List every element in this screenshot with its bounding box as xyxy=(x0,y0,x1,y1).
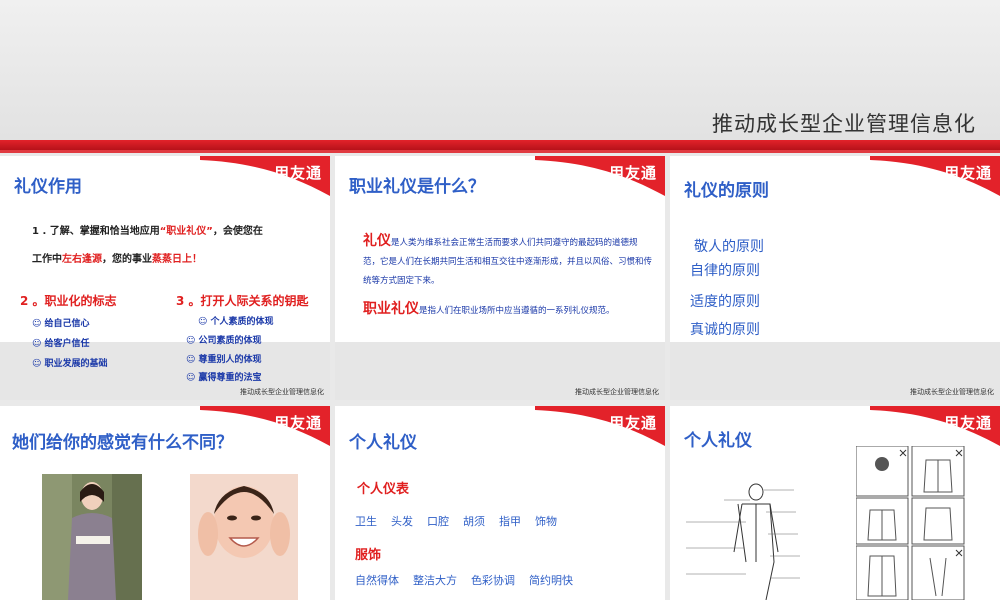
yonyou-logo: 用友通 xyxy=(943,164,992,182)
list-item: ☺ 尊重别人的体现 xyxy=(186,355,262,365)
slide-title: 礼仪作用 xyxy=(14,177,82,197)
slide-thumbnail-4[interactable]: 用友通 她们给你的感觉有什么不同？ xyxy=(0,406,330,600)
list-item: ☺ 给自己信心 xyxy=(32,319,90,329)
smiling-woman-photo xyxy=(190,474,298,600)
list-item: ☺ 给客户信任 xyxy=(32,339,90,349)
suit-dress-code-diagram xyxy=(686,483,800,600)
list-item: ☺ 赢得尊重的法宝 xyxy=(186,373,262,383)
businesswoman-photo xyxy=(42,474,142,600)
principle-item: 适度的原则 xyxy=(690,294,760,310)
slide-thumbnail-5[interactable]: 用友通 个人礼仪 个人仪表 卫生 头发 口腔 胡须 指甲 饰物 服饰 自然得体 整洁大方 色彩… xyxy=(335,406,665,600)
slide-thumbnail-6[interactable]: 用友通 个人礼仪 xyxy=(670,406,1000,600)
red-divider-thin xyxy=(0,150,1000,153)
section-heading-3: 3 。打开人际关系的钥匙 xyxy=(176,294,309,308)
slide-footer: 推动成长型企业管理信息化 xyxy=(575,388,659,396)
slide-title: 她们给你的感觉有什么不同？ xyxy=(12,433,233,453)
definition-etiquette: 礼仪是人类为维系社会正常生活而要求人们共同遵守的最起码的道德规范，它是人们在长期… xyxy=(363,233,653,286)
section-heading-clothing: 服饰 xyxy=(355,548,382,563)
yonyou-logo: 用友通 xyxy=(273,164,322,182)
banner-title: 推动成长型企业管理信息化 xyxy=(712,112,976,136)
slide-footer: 推动成长型企业管理信息化 xyxy=(240,388,324,396)
clothing-items: 自然得体 整洁大方 色彩协调 简约明快 xyxy=(355,574,573,587)
principle-item: 真诚的原则 xyxy=(690,322,760,338)
paragraph-line-2: 工作中左右逢源，您的事业蒸蒸日上！ xyxy=(32,254,202,265)
slide-title: 职业礼仪是什么？ xyxy=(349,177,485,197)
principle-item: 敬人的原则 xyxy=(694,239,764,255)
yonyou-logo: 用友通 xyxy=(943,414,992,432)
list-item: ☺ 职业发展的基础 xyxy=(32,359,108,369)
appearance-items: 卫生 头发 口腔 胡须 指甲 饰物 xyxy=(355,515,557,528)
correct-incorrect-dress-diagram xyxy=(856,446,965,600)
slide-thumbnail-1[interactable]: 用友通 礼仪作用 1 . 了解、掌握和恰当地应用“职业礼仪”，会使您在 工作中左… xyxy=(0,156,330,400)
paragraph-line-1: 1 . 了解、掌握和恰当地应用“职业礼仪”，会使您在 xyxy=(32,226,263,237)
list-item: ☺ 个人素质的体现 xyxy=(198,317,274,327)
yonyou-logo: 用友通 xyxy=(608,164,657,182)
definition-professional-etiquette: 职业礼仪是指人们在职业场所中应当遵循的一系列礼仪规范。 xyxy=(363,301,615,317)
slide-title: 个人礼仪 xyxy=(684,431,752,451)
list-item: ☺ 公司素质的体现 xyxy=(186,336,262,346)
yonyou-logo: 用友通 xyxy=(608,414,657,432)
slide-title: 礼仪的原则 xyxy=(684,181,769,201)
section-heading-appearance: 个人仪表 xyxy=(357,482,410,497)
slide-thumbnail-2[interactable]: 用友通 职业礼仪是什么？ 礼仪是人类为维系社会正常生活而要求人们共同遵守的最起码… xyxy=(335,156,665,400)
red-divider xyxy=(0,140,1000,150)
slide-title: 个人礼仪 xyxy=(349,433,417,453)
section-heading-2: 2 。职业化的标志 xyxy=(20,294,117,308)
yonyou-logo: 用友通 xyxy=(273,414,322,432)
slide-thumbnail-3[interactable]: 用友通 礼仪的原则 敬人的原则 自律的原则 适度的原则 真诚的原则 推动成长型企… xyxy=(670,156,1000,400)
principle-item: 自律的原则 xyxy=(690,263,760,279)
slide-footer: 推动成长型企业管理信息化 xyxy=(910,388,994,396)
